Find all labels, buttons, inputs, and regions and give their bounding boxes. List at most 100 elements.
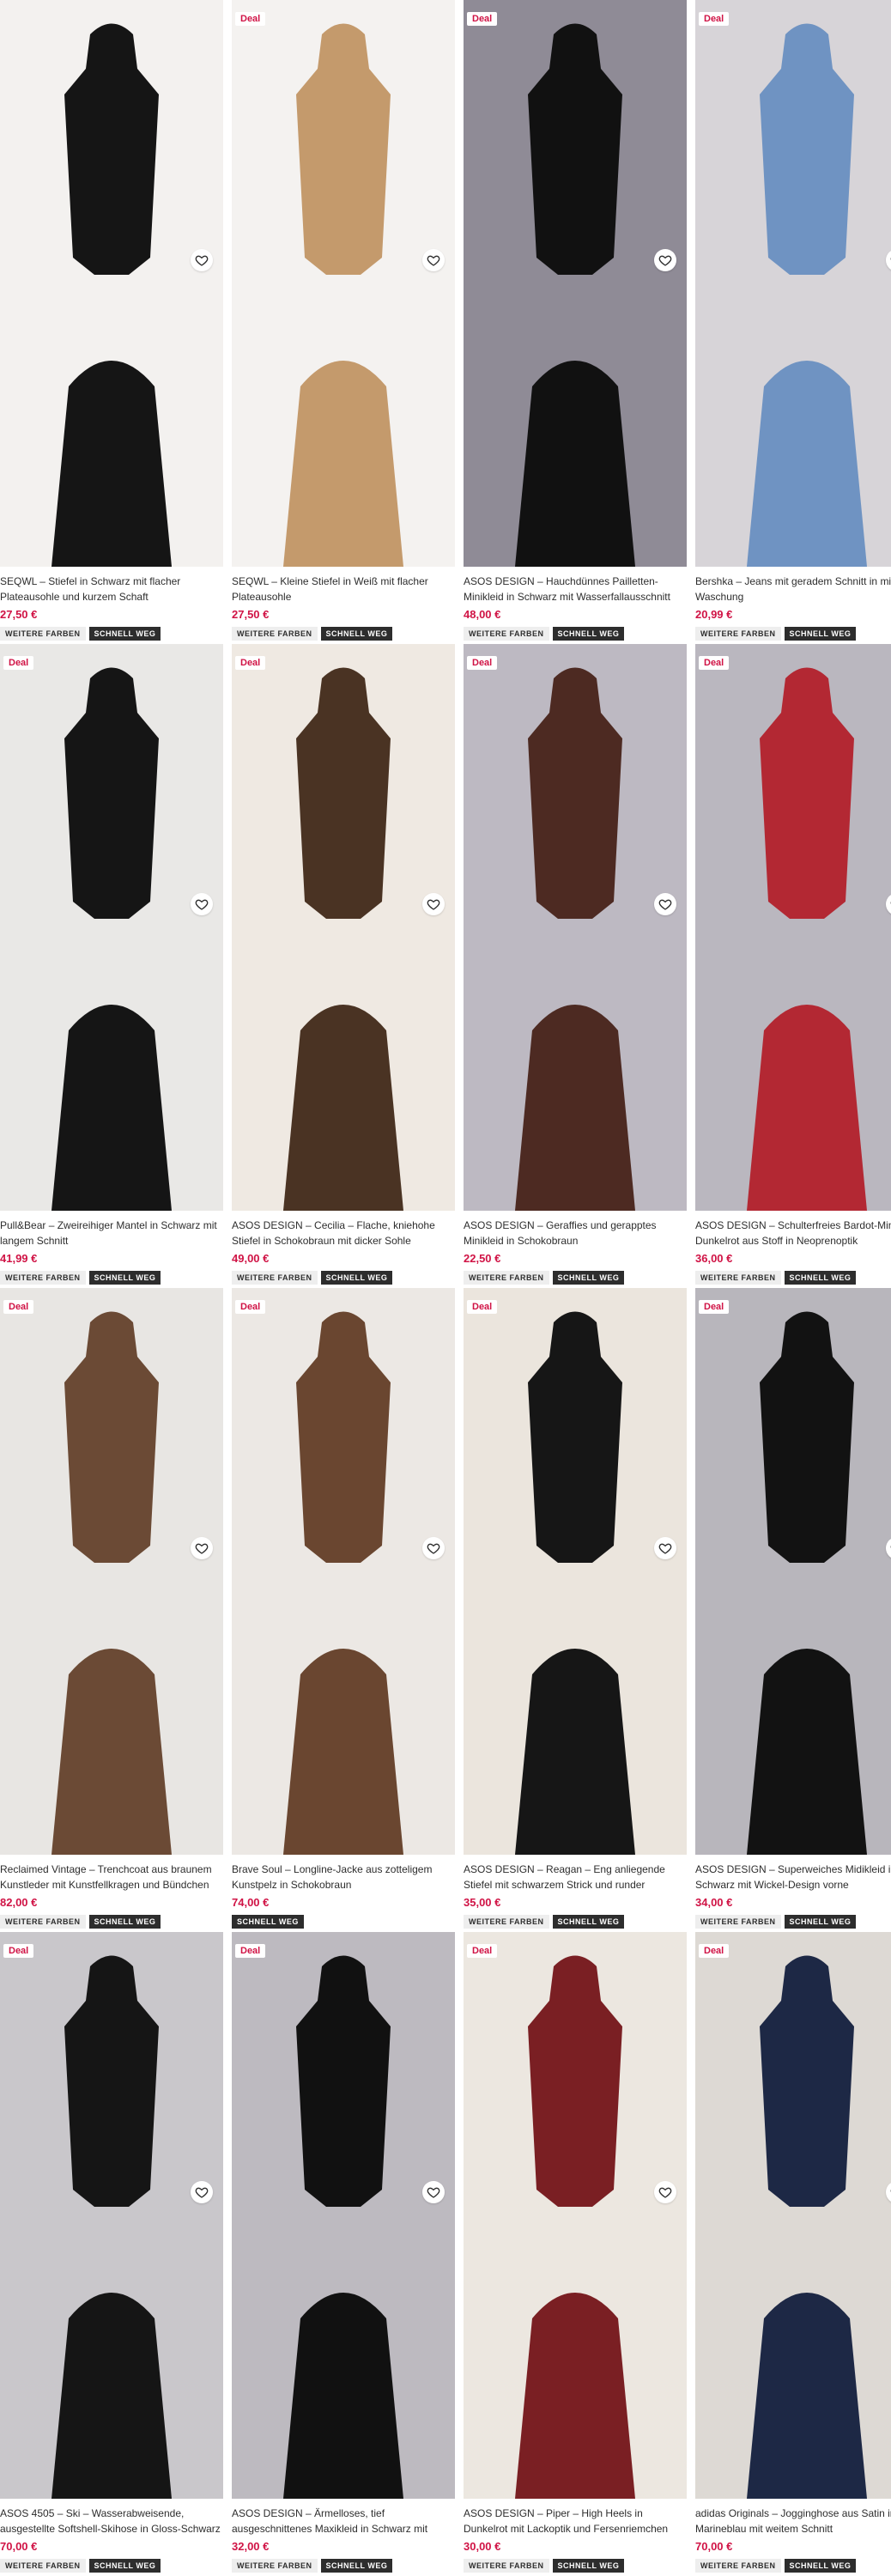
- product-image-alt[interactable]: [0, 927, 223, 1211]
- product-image-alt[interactable]: [464, 1571, 687, 1855]
- product-card[interactable]: Deal ASOS 4505 – Ski – Wasserabweisende, …: [0, 1932, 223, 2576]
- deal-badge: Deal: [699, 1300, 730, 1314]
- product-title[interactable]: Pull&Bear – Zweireihiger Mantel in Schwa…: [0, 1218, 223, 1249]
- product-image[interactable]: [695, 644, 891, 927]
- product-card[interactable]: Deal Pull&Bear – Zweireihiger Mantel in S…: [0, 644, 223, 1288]
- product-badges: WEITERE FARBEN SCHNELL WEG: [232, 627, 393, 641]
- product-image[interactable]: [232, 1932, 455, 2215]
- product-title[interactable]: ASOS DESIGN – Piper – High Heels in Dunk…: [464, 2506, 687, 2537]
- product-title[interactable]: Reclaimed Vintage – Trenchcoat aus braun…: [0, 1862, 223, 1893]
- selling-fast-badge: SCHNELL WEG: [784, 1271, 857, 1285]
- product-image-alt[interactable]: [232, 2215, 455, 2499]
- product-image[interactable]: [0, 644, 223, 927]
- deal-badge: Deal: [235, 1300, 266, 1314]
- product-image-alt[interactable]: [232, 1571, 455, 1855]
- product-title[interactable]: Brave Soul – Longline-Jacke aus zottelig…: [232, 1862, 455, 1893]
- product-title[interactable]: ASOS DESIGN – Hauchdünnes Pailletten-Min…: [464, 574, 687, 605]
- product-title[interactable]: ASOS DESIGN – Geraffies und gerapptes Mi…: [464, 1218, 687, 1249]
- product-image[interactable]: [464, 0, 687, 283]
- product-card[interactable]: Deal Bershka – Jeans mit geradem Schnitt …: [695, 0, 891, 644]
- product-title[interactable]: ASOS DESIGN – Cecilia – Flache, kniehohe…: [232, 1218, 455, 1249]
- product-card[interactable]: Deal SEQWL – Kleine Stiefel in Weiß mit f…: [232, 0, 455, 644]
- product-card[interactable]: Deal adidas Originals – Jogginghose aus S…: [695, 1932, 891, 2576]
- heart-icon[interactable]: [191, 2181, 213, 2203]
- heart-icon[interactable]: [422, 1537, 445, 1559]
- product-image-alt[interactable]: [464, 2215, 687, 2499]
- more-colours-badge: WEITERE FARBEN: [0, 1271, 86, 1285]
- heart-icon[interactable]: [654, 249, 676, 271]
- product-badges: WEITERE FARBEN SCHNELL WEG: [464, 1915, 625, 1929]
- product-image-alt[interactable]: [0, 1571, 223, 1855]
- product-title[interactable]: ASOS 4505 – Ski – Wasserabweisende, ausg…: [0, 2506, 223, 2537]
- product-image-alt[interactable]: [0, 2215, 223, 2499]
- heart-icon[interactable]: [422, 249, 445, 271]
- product-image[interactable]: [695, 0, 891, 283]
- product-card[interactable]: Deal ASOS DESIGN – Superweiches Midikleid…: [695, 1288, 891, 1932]
- selling-fast-badge: SCHNELL WEG: [552, 1271, 625, 1285]
- product-image[interactable]: [695, 1932, 891, 2215]
- more-colours-badge: WEITERE FARBEN: [0, 1915, 86, 1929]
- product-image-alt[interactable]: [232, 283, 455, 567]
- product-image[interactable]: [464, 1932, 687, 2215]
- product-title[interactable]: SEQWL – Kleine Stiefel in Weiß mit flach…: [232, 574, 455, 605]
- more-colours-badge: WEITERE FARBEN: [695, 1271, 781, 1285]
- product-image-alt[interactable]: [232, 927, 455, 1211]
- product-title[interactable]: Bershka – Jeans mit geradem Schnitt in m…: [695, 574, 891, 605]
- product-card[interactable]: Deal ASOS DESIGN – Hauchdünnes Pailletten…: [464, 0, 687, 644]
- deal-badge: Deal: [3, 656, 34, 670]
- product-price: 74,00 €: [232, 1896, 270, 1909]
- heart-icon[interactable]: [654, 2181, 676, 2203]
- heart-icon[interactable]: [191, 249, 213, 271]
- product-card[interactable]: Deal ASOS DESIGN – Piper – High Heels in …: [464, 1932, 687, 2576]
- deal-badge: Deal: [467, 1944, 498, 1958]
- product-image[interactable]: [0, 1288, 223, 1571]
- selling-fast-badge: SCHNELL WEG: [552, 627, 625, 641]
- product-card[interactable]: Deal ASOS DESIGN – Ärmelloses, tief ausge…: [232, 1932, 455, 2576]
- product-title[interactable]: ASOS DESIGN – Superweiches Midikleid in …: [695, 1862, 891, 1893]
- selling-fast-badge: SCHNELL WEG: [88, 1271, 161, 1285]
- heart-icon[interactable]: [654, 893, 676, 915]
- product-image[interactable]: [0, 0, 223, 283]
- product-image[interactable]: [0, 1932, 223, 2215]
- more-colours-badge: WEITERE FARBEN: [0, 627, 86, 641]
- product-title[interactable]: ASOS DESIGN – Ärmelloses, tief ausgeschn…: [232, 2506, 455, 2537]
- heart-icon[interactable]: [422, 893, 445, 915]
- product-card[interactable]: Deal Brave Soul – Longline-Jacke aus zott…: [232, 1288, 455, 1932]
- product-image-alt[interactable]: [0, 283, 223, 567]
- product-image[interactable]: [232, 1288, 455, 1571]
- product-price: 49,00 €: [232, 1252, 270, 1265]
- more-colours-badge: WEITERE FARBEN: [232, 627, 318, 641]
- product-image[interactable]: [464, 1288, 687, 1571]
- more-colours-badge: WEITERE FARBEN: [464, 1271, 549, 1285]
- deal-badge: Deal: [3, 1944, 34, 1958]
- product-card[interactable]: SEQWL – Stiefel in Schwarz mit flacher P…: [0, 0, 223, 644]
- product-title[interactable]: ASOS DESIGN – Reagan – Eng anliegende St…: [464, 1862, 687, 1893]
- product-image-alt[interactable]: [695, 1571, 891, 1855]
- product-card[interactable]: Deal ASOS DESIGN – Cecilia – Flache, knie…: [232, 644, 455, 1288]
- more-colours-badge: WEITERE FARBEN: [695, 1915, 781, 1929]
- product-title[interactable]: SEQWL – Stiefel in Schwarz mit flacher P…: [0, 574, 223, 605]
- product-card[interactable]: Deal ASOS DESIGN – Geraffies und gerappte…: [464, 644, 687, 1288]
- product-image[interactable]: [464, 644, 687, 927]
- product-title[interactable]: adidas Originals – Jogginghose aus Satin…: [695, 2506, 891, 2537]
- product-card[interactable]: Deal Reclaimed Vintage – Trenchcoat aus b…: [0, 1288, 223, 1932]
- heart-icon[interactable]: [191, 1537, 213, 1559]
- heart-icon[interactable]: [191, 893, 213, 915]
- product-card[interactable]: Deal ASOS DESIGN – Schulterfreies Bardot-…: [695, 644, 891, 1288]
- product-image-alt[interactable]: [464, 927, 687, 1211]
- product-badges: SCHNELL WEG: [232, 1915, 304, 1929]
- product-image[interactable]: [232, 0, 455, 283]
- product-image-alt[interactable]: [695, 927, 891, 1211]
- product-image-alt[interactable]: [464, 283, 687, 567]
- product-image[interactable]: [695, 1288, 891, 1571]
- heart-icon[interactable]: [422, 2181, 445, 2203]
- product-price: 27,50 €: [0, 608, 38, 621]
- product-badges: WEITERE FARBEN SCHNELL WEG: [464, 2559, 625, 2573]
- product-image-alt[interactable]: [695, 2215, 891, 2499]
- product-title[interactable]: ASOS DESIGN – Schulterfreies Bardot-Mini…: [695, 1218, 891, 1249]
- selling-fast-badge: SCHNELL WEG: [784, 1915, 857, 1929]
- heart-icon[interactable]: [654, 1537, 676, 1559]
- product-card[interactable]: Deal ASOS DESIGN – Reagan – Eng anliegend…: [464, 1288, 687, 1932]
- product-image[interactable]: [232, 644, 455, 927]
- product-image-alt[interactable]: [695, 283, 891, 567]
